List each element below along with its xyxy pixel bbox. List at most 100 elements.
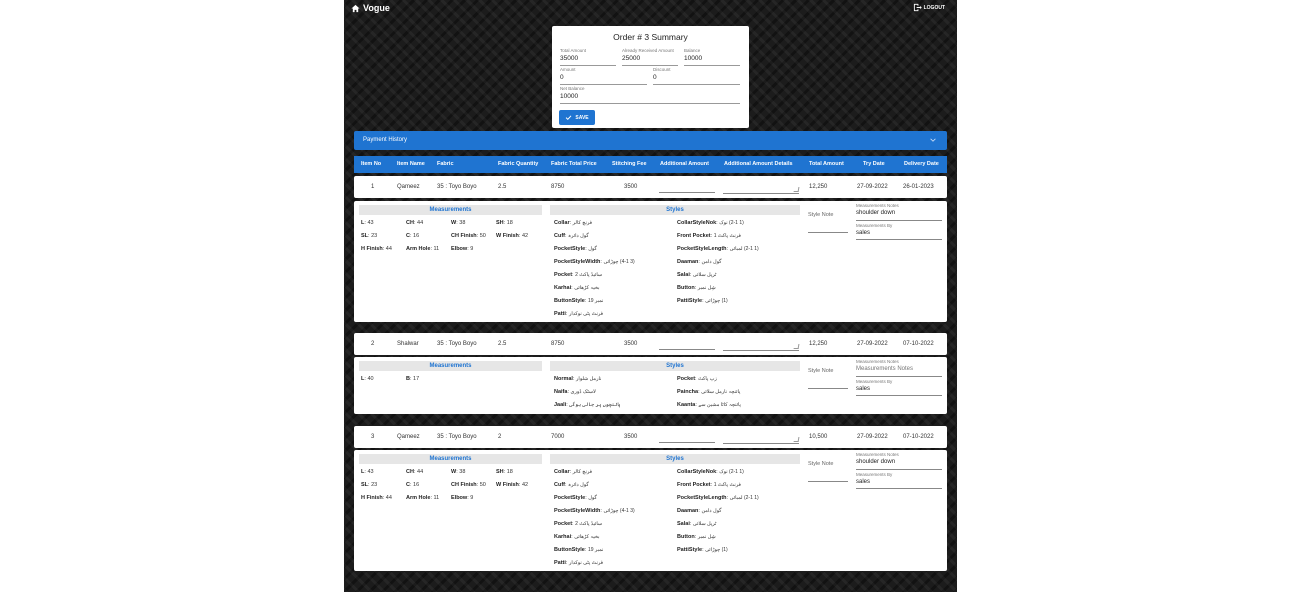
style-key: PocketStyleWidth: [554, 508, 601, 514]
measurements-notes-label: Measurements Notes: [856, 359, 899, 364]
chevron-down-icon: [930, 138, 936, 142]
measurement-key: W: [451, 469, 457, 475]
net-balance-field[interactable]: Net Balance 10000: [560, 86, 740, 104]
measurement-value: 18: [506, 469, 513, 475]
style-item: Cuff: گول دائرہ: [554, 482, 589, 488]
styles-heading: Styles: [550, 361, 800, 371]
measurement-value: 43: [367, 469, 374, 475]
logout-icon: [913, 3, 922, 12]
style-item: Button: شِل نمبر: [677, 285, 716, 291]
measurement-value: 16: [413, 233, 420, 239]
table-row: 1 Qameez 35 : Toyo Boyo 2.5 8750 3500 12,250 27…: [354, 176, 947, 198]
balance-field[interactable]: Balance 10000: [684, 48, 740, 66]
measurement-value: 17: [413, 376, 420, 382]
style-key: Button: [677, 285, 695, 291]
measurements-by-value[interactable]: sales: [856, 386, 870, 392]
cell-fabric-price: 8750: [551, 341, 565, 347]
home-icon: [351, 4, 360, 12]
measurement-value: 9: [470, 246, 474, 252]
style-item: Patti: فرنٹ پٹی نوکدار: [554, 311, 604, 317]
style-item: Karhai: بخیہ کڑھائی: [554, 534, 600, 540]
style-item: PocketStyleLength: (1 2-1) لمبائی: [677, 495, 759, 501]
net-balance-value: 10000: [560, 93, 579, 100]
measurement-value: 42: [521, 233, 529, 239]
cell-qty: 2.5: [498, 341, 507, 347]
amount-label: Amount: [560, 67, 576, 72]
measurement-value: 40: [367, 376, 374, 382]
measurements-by-value[interactable]: sales: [856, 230, 870, 236]
style-key: Patti: [554, 311, 566, 317]
additional-amount-details-input[interactable]: [723, 434, 799, 444]
cell-stitching-fee: 3500: [624, 434, 638, 440]
style-key: PattiStyle: [677, 547, 703, 553]
additional-amount-input[interactable]: [659, 442, 715, 443]
top-bar: Vogue LOGOUT: [344, 0, 957, 16]
measurement-value: 9: [470, 495, 474, 501]
measurements-notes-value[interactable]: shoulder down: [856, 210, 895, 216]
measurement-item: CH: 44: [406, 220, 424, 226]
measurement-key: L: [361, 469, 365, 475]
measurement-item: Arm Hole: 11: [406, 495, 440, 501]
styles-heading: Styles: [550, 454, 800, 464]
discount-field[interactable]: Discount 0: [653, 67, 740, 85]
style-value: شِل نمبر: [697, 534, 716, 540]
total-amount-field[interactable]: Total Amount 35000: [560, 48, 616, 66]
measurement-key: C: [406, 482, 410, 488]
cell-try-date: 27-09-2022: [857, 434, 888, 440]
col-additional-amount-details: Additional Amount Details: [724, 161, 793, 167]
measurements-by-value[interactable]: sales: [856, 479, 870, 485]
measurements-notes-placeholder[interactable]: Measurements Notes: [856, 366, 913, 372]
save-button[interactable]: SAVE: [559, 110, 595, 125]
additional-amount-details-input[interactable]: [723, 341, 799, 351]
style-note-field[interactable]: Style Note: [808, 212, 833, 218]
brand-link[interactable]: Vogue: [351, 3, 390, 13]
measurement-item: L: 43: [361, 220, 374, 226]
measurement-key: H Finish: [361, 495, 383, 501]
total-amount-value: 35000: [560, 55, 579, 62]
logout-button[interactable]: LOGOUT: [913, 3, 945, 12]
measurement-key: CH Finish: [451, 482, 477, 488]
style-key: Front Pocket: [677, 482, 711, 488]
style-value: نارمل شلوار: [576, 376, 602, 382]
already-received-field[interactable]: Already Received Amount 25000: [622, 48, 678, 66]
payment-history-accordion[interactable]: Payment History: [354, 131, 947, 150]
additional-amount-input[interactable]: [659, 192, 715, 193]
style-item: Paincha: پائنچہ نارمل سلائی: [677, 389, 741, 395]
style-item: Cuff: گول دائرہ: [554, 233, 589, 239]
measurement-item: W Finish: 42: [496, 233, 529, 239]
cell-try-date: 27-09-2022: [857, 341, 888, 347]
measurement-key: L: [361, 220, 365, 226]
cell-fabric: 35 : Toyo Boyo: [437, 434, 477, 440]
style-key: Karhai: [554, 534, 572, 540]
style-value: گول دامن: [701, 259, 722, 265]
style-note-field[interactable]: Style Note: [808, 461, 833, 467]
measurements-by-label: Measurements By: [856, 472, 893, 477]
amount-field[interactable]: Amount 0: [560, 67, 647, 85]
style-item: Pocket: سائیڈ پاکٹ 2: [554, 521, 603, 527]
table-row: 2 Shalwar 35 : Toyo Boyo 2.5 8750 3500 12,250 2…: [354, 333, 947, 355]
style-item: ButtonStyle: نمبر 19: [554, 298, 604, 304]
additional-amount-details-input[interactable]: [723, 184, 799, 194]
style-note-field[interactable]: Style Note: [808, 368, 833, 374]
check-icon: [566, 115, 572, 121]
style-value: نمبر 19: [587, 298, 604, 304]
style-value: لاسٹک ڈوری: [570, 389, 596, 395]
style-item: PocketStyleWidth: (3 4-1) چوڑائی: [554, 259, 635, 265]
cell-name: Qameez: [397, 434, 420, 440]
measurement-item: B: 17: [406, 376, 420, 382]
cell-total: 12,250: [809, 184, 828, 190]
style-item: CollarStyleNok: (1 2-1) نوک: [677, 469, 744, 475]
measurement-value: 18: [506, 220, 513, 226]
style-item: Daaman: گول دامن: [677, 259, 722, 265]
col-fabric-quantity: Fabric Quantity: [498, 161, 539, 167]
style-value: شِل نمبر: [697, 285, 716, 291]
measurements-notes-value[interactable]: shoulder down: [856, 459, 895, 465]
col-stitching-fee: Stitching Fee: [612, 161, 647, 167]
measurement-item: H Finish: 44: [361, 246, 392, 252]
style-value: ٹرپل سلائی: [692, 272, 717, 278]
style-item: Pocket: زپ پاکٹ: [677, 376, 717, 382]
measurement-item: W: 38: [451, 469, 466, 475]
style-value: بخیہ کڑھائی: [574, 285, 600, 291]
style-key: Kaanta: [677, 402, 696, 408]
additional-amount-input[interactable]: [659, 349, 715, 350]
